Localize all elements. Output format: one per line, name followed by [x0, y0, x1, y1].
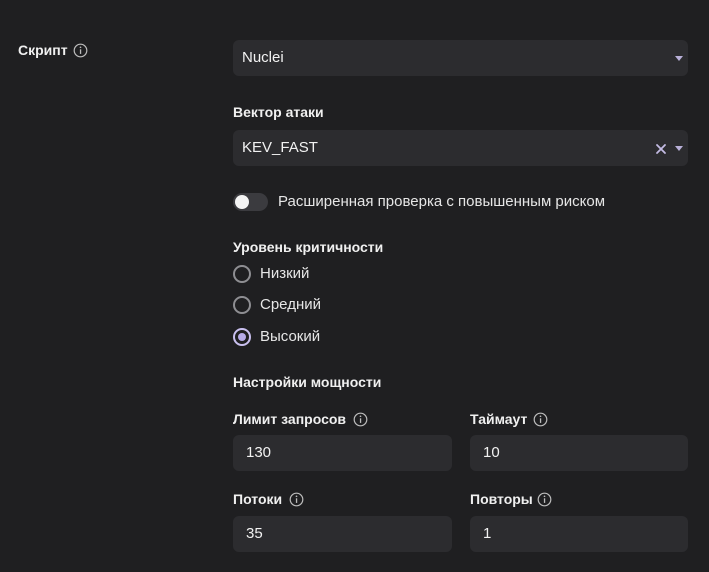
rate-limit-value: 130 [246, 444, 272, 461]
timeout-value: 10 [483, 444, 500, 461]
script-select[interactable]: Nuclei [233, 40, 688, 76]
threads-value: 35 [246, 525, 263, 542]
radio-selected-dot [238, 333, 246, 341]
info-icon[interactable] [353, 412, 368, 427]
timeout-label: Таймаут [470, 411, 528, 427]
severity-option-low-label[interactable]: Низкий [260, 265, 309, 282]
rate-limit-input[interactable]: 130 [233, 435, 452, 471]
rate-limit-label: Лимит запросов [233, 411, 347, 427]
retries-input[interactable]: 1 [470, 516, 688, 552]
extended-check-toggle[interactable] [233, 193, 268, 211]
severity-option-medium-label[interactable]: Средний [260, 296, 321, 313]
attack-vector-select-value: KEV_FAST [242, 139, 318, 156]
script-select-value: Nuclei [242, 49, 284, 66]
info-icon[interactable] [533, 412, 548, 427]
toggle-knob [235, 195, 249, 209]
chevron-down-icon[interactable] [675, 56, 683, 61]
severity-radio-medium[interactable] [233, 296, 251, 314]
severity-radio-low[interactable] [233, 265, 251, 283]
power-settings-label: Настройки мощности [233, 374, 382, 390]
close-icon[interactable] [655, 142, 667, 154]
timeout-input[interactable]: 10 [470, 435, 688, 471]
threads-label: Потоки [233, 491, 283, 507]
severity-label: Уровень критичности [233, 239, 384, 255]
severity-radio-high[interactable] [233, 328, 251, 346]
retries-label: Повторы [470, 491, 533, 507]
attack-vector-label: Вектор атаки [233, 104, 324, 120]
info-icon[interactable] [73, 43, 88, 58]
retries-value: 1 [483, 525, 492, 542]
extended-check-label: Расширенная проверка с повышенным риском [278, 193, 606, 210]
severity-option-high-label[interactable]: Высокий [260, 328, 320, 345]
scan-settings-form: Скрипт Nuclei Вектор атаки KEV_FAST Расш… [0, 0, 709, 572]
threads-input[interactable]: 35 [233, 516, 452, 552]
info-icon[interactable] [537, 492, 552, 507]
script-label: Скрипт [18, 42, 68, 58]
chevron-down-icon[interactable] [675, 146, 683, 151]
info-icon[interactable] [289, 492, 304, 507]
attack-vector-select[interactable]: KEV_FAST [233, 130, 688, 166]
